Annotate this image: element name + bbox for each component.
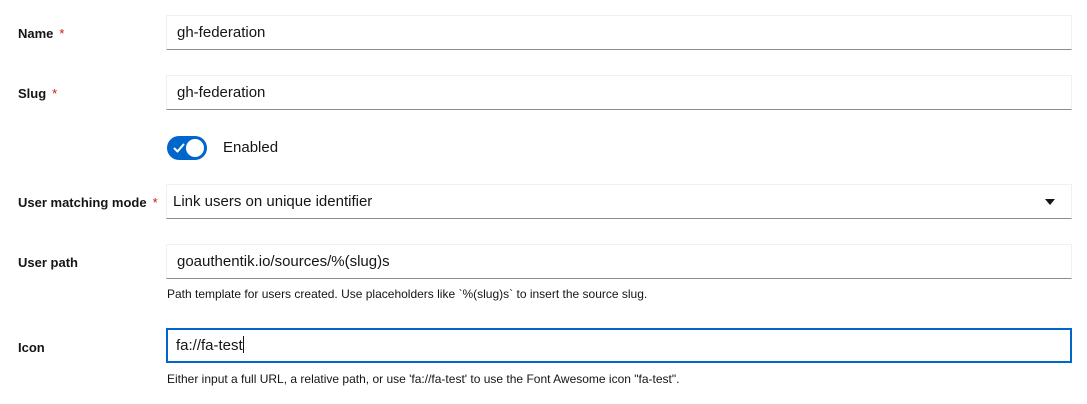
text-cursor	[242, 336, 244, 353]
toggle-knob	[186, 139, 204, 157]
user-path-input-value: goauthentik.io/sources/%(slug)s	[177, 253, 390, 270]
required-marker: *	[59, 26, 65, 41]
required-marker: *	[52, 86, 58, 101]
caret-down-icon	[1045, 199, 1055, 205]
name-label: Name *	[18, 26, 64, 42]
name-label-text: Name	[18, 26, 54, 41]
user-matching-mode-label: User matching mode *	[18, 195, 158, 211]
icon-label: Icon	[18, 340, 45, 356]
user-path-label: User path	[18, 255, 78, 271]
icon-input-value: fa://fa-test	[176, 337, 243, 354]
user-path-input[interactable]: goauthentik.io/sources/%(slug)s	[166, 244, 1072, 279]
name-input-value: gh-federation	[177, 24, 266, 41]
user-matching-mode-label-text: User matching mode	[18, 195, 147, 210]
user-matching-mode-select[interactable]: Link users on unique identifier	[166, 184, 1072, 219]
slug-label-text: Slug	[18, 86, 47, 101]
user-matching-mode-selected: Link users on unique identifier	[173, 193, 373, 210]
icon-label-text: Icon	[18, 340, 45, 355]
required-marker: *	[152, 195, 158, 210]
check-icon	[173, 143, 185, 153]
user-path-helper-text: Path template for users created. Use pla…	[167, 287, 648, 301]
enabled-label: Enabled	[223, 139, 279, 156]
enabled-toggle[interactable]	[167, 136, 207, 160]
user-path-label-text: User path	[18, 255, 78, 270]
slug-input-value: gh-federation	[177, 84, 266, 101]
icon-input[interactable]: fa://fa-test	[166, 328, 1072, 363]
slug-input[interactable]: gh-federation	[166, 75, 1072, 110]
icon-helper-text: Either input a full URL, a relative path…	[167, 372, 680, 386]
name-input[interactable]: gh-federation	[166, 15, 1072, 50]
slug-label: Slug *	[18, 86, 57, 102]
